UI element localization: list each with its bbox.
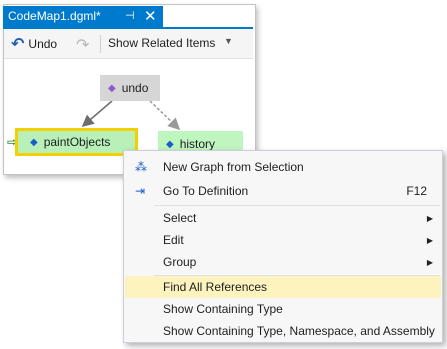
toolbar: ↶ Undo ↷ Show Related Items ▼ (4, 29, 253, 59)
menu-item-show-containing-type[interactable]: Show Containing Type (125, 298, 441, 320)
show-related-items-button[interactable]: Show Related Items (108, 36, 215, 50)
graph-node-undo[interactable]: ◆ undo (100, 75, 160, 101)
shortcut-label: F12 (406, 184, 427, 198)
pin-icon[interactable]: ⊣ (125, 9, 135, 22)
menu-item-show-containing-type-namespace-assembly[interactable]: Show Containing Type, Namespace, and Ass… (125, 320, 441, 342)
node-label: history (179, 137, 216, 151)
menu-item-select[interactable]: Select ▶ (125, 207, 441, 229)
context-menu: ⁂ New Graph from Selection ⇥ Go To Defin… (123, 150, 443, 343)
submenu-arrow-icon: ▶ (426, 257, 433, 267)
undo-button[interactable]: ↶ Undo (11, 35, 57, 53)
tab-title: CodeMap1.dgml* (8, 9, 101, 23)
menu-separator (154, 205, 440, 206)
menu-item-group[interactable]: Group ▶ (125, 251, 441, 273)
document-tab[interactable]: CodeMap1.dgml* ⊣ ✕ (3, 6, 163, 27)
toolbar-separator (100, 35, 101, 53)
menu-item-go-to-definition[interactable]: ⇥ Go To Definition F12 (125, 180, 441, 202)
chevron-down-icon[interactable]: ▼ (224, 36, 233, 46)
menu-item-new-graph-from-selection[interactable]: ⁂ New Graph from Selection (125, 156, 441, 178)
node-label: paintObjects (43, 135, 111, 149)
undo-icon: ↶ (11, 36, 25, 53)
namespace-icon: ◆ (108, 82, 116, 94)
go-to-definition-icon: ⇥ (135, 184, 146, 198)
node-label: undo (121, 81, 149, 95)
method-icon: ◆ (166, 138, 174, 150)
submenu-arrow-icon: ▶ (426, 235, 433, 245)
menu-item-edit[interactable]: Edit ▶ (125, 229, 441, 251)
submenu-arrow-icon: ▶ (426, 213, 433, 223)
method-icon: ◆ (30, 136, 38, 148)
redo-icon[interactable]: ↷ (76, 35, 89, 55)
undo-label: Undo (28, 37, 58, 51)
new-graph-icon: ⁂ (135, 160, 147, 174)
close-icon[interactable]: ✕ (144, 7, 157, 25)
graph-node-paintobjects[interactable]: ◆ paintObjects (15, 128, 138, 156)
menu-item-find-all-references[interactable]: Find All References (125, 276, 441, 298)
